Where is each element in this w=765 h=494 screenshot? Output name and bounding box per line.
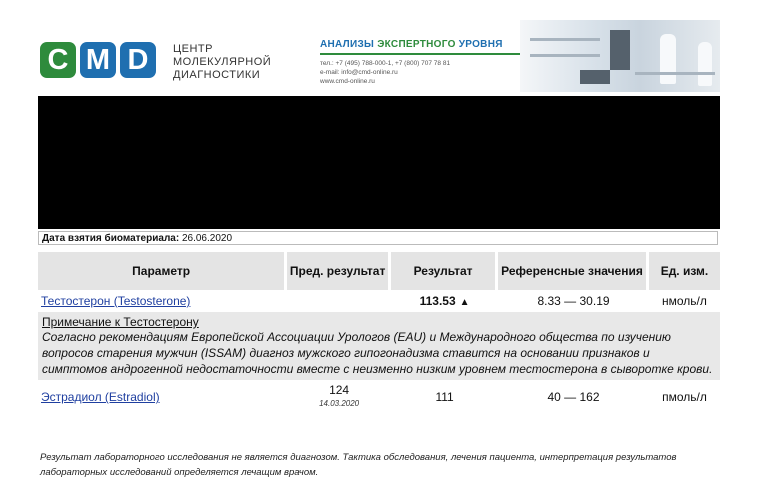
table-header-row: Параметр Пред. результат Результат Рефер… <box>38 252 720 290</box>
sample-date-label: Дата взятия биоматериала: <box>42 233 180 244</box>
header-unit: Ед. изм. <box>648 252 720 290</box>
sample-date-line: Дата взятия биоматериала: 26.06.2020 <box>38 231 718 245</box>
note-text: Согласно рекомендациям Европейской Ассоц… <box>42 330 713 376</box>
laboratory-photo <box>520 20 720 92</box>
previous-result-date: 14.03.2020 <box>319 399 360 408</box>
contact-email: e-mail: info@cmd-online.ru <box>320 69 398 76</box>
table-row: Тестостерон (Testosterone) 113.53 ▲ 8.33 … <box>38 290 720 312</box>
slogan-part-highlight: ЭКСПЕРТНОГО <box>377 39 456 50</box>
header-parameter: Параметр <box>38 252 288 290</box>
header-reference-values: Референсные значения <box>498 252 649 290</box>
center-name: ЦЕНТР МОЛЕКУЛЯРНОЙ ДИАГНОСТИКИ <box>173 43 271 82</box>
previous-result-cell: 124 14.03.2020 <box>287 380 391 414</box>
estradiol-link[interactable]: Эстрадиол (Estradiol) <box>41 390 160 404</box>
center-name-line: ЦЕНТР <box>173 43 213 55</box>
redacted-patient-info <box>38 96 720 229</box>
parameter-cell: Эстрадиол (Estradiol) <box>38 380 287 414</box>
report-header: C M D ЦЕНТР МОЛЕКУЛЯРНОЙ ДИАГНОСТИКИ АНА… <box>0 0 765 96</box>
testosterone-link[interactable]: Тестостерон (Testosterone) <box>41 294 190 308</box>
result-cell: 113.53 ▲ <box>391 290 498 312</box>
slogan-part: АНАЛИЗЫ <box>320 39 378 50</box>
note-cell: Примечание к Тестостерону Согласно реком… <box>38 312 720 380</box>
results-table: Параметр Пред. результат Результат Рефер… <box>38 252 720 414</box>
center-name-line: ДИАГНОСТИКИ <box>173 69 261 81</box>
logo-letter-d: D <box>120 42 156 78</box>
parameter-cell: Тестостерон (Testosterone) <box>38 290 287 312</box>
header-result: Результат <box>391 252 499 290</box>
reference-cell: 40 — 162 <box>547 390 600 404</box>
note-title: Примечание к Тестостерону <box>42 315 199 329</box>
contact-website: www.cmd-online.ru <box>320 78 375 85</box>
up-triangle-icon: ▲ <box>459 297 470 308</box>
header-previous-result: Пред. результат <box>287 252 392 290</box>
result-value: 113.53 <box>419 294 456 308</box>
sample-date-value: 26.06.2020 <box>181 233 233 244</box>
table-row: Эстрадиол (Estradiol) 124 14.03.2020 111… <box>38 380 720 414</box>
slogan: АНАЛИЗЫ ЭКСПЕРТНОГО УРОВНЯ <box>320 39 503 50</box>
cmd-logo: C M D <box>40 42 156 78</box>
contact-phone: тел.: +7 (495) 788-000-1, +7 (800) 707 7… <box>320 60 451 67</box>
slogan-part: УРОВНЯ <box>455 39 503 50</box>
disclaimer-note: Результат лабораторного исследования не … <box>40 452 677 478</box>
previous-result-cell <box>287 290 391 312</box>
logo-letter-m: M <box>80 42 116 78</box>
logo-letter-c: C <box>40 42 76 78</box>
contacts: тел.: +7 (495) 788-000-1, +7 (800) 707 7… <box>320 59 450 86</box>
reference-cell: 8.33 — 30.19 <box>537 294 610 308</box>
previous-result-value: 124 <box>329 383 350 397</box>
note-row: Примечание к Тестостерону Согласно реком… <box>38 312 720 380</box>
center-name-line: МОЛЕКУЛЯРНОЙ <box>173 56 272 68</box>
unit-cell: пмоль/л <box>662 390 707 404</box>
result-cell: 111 <box>435 390 454 404</box>
slogan-underline <box>320 53 520 55</box>
unit-cell: нмоль/л <box>662 294 707 308</box>
